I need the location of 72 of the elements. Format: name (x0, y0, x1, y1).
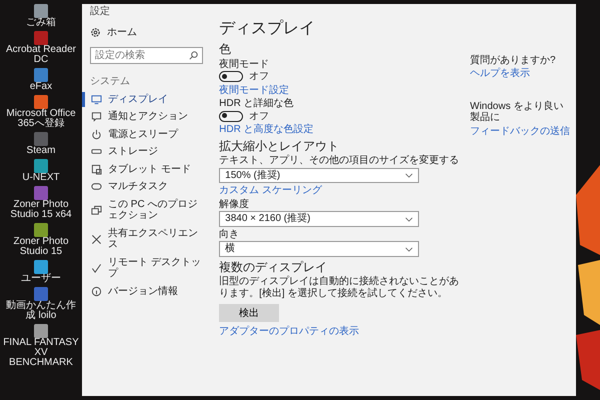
setting-label: 向き (219, 228, 240, 240)
app-icon[interactable] (34, 159, 48, 173)
power-icon (91, 128, 102, 140)
info-icon (91, 286, 102, 297)
gear-icon (90, 26, 101, 38)
desktop-icon-label[interactable]: FINAL FANTASY XV BENCHMARK (2, 338, 80, 368)
setting-label: テキスト、アプリ、その他の項目のサイズを変更する (219, 155, 460, 167)
app-icon[interactable] (34, 132, 48, 146)
sidebar-item[interactable]: この PC へのプロジェクション (82, 196, 212, 224)
section-heading: 色 (219, 42, 232, 57)
desktop-icon-label[interactable]: Zoner Photo Studio 15 x64 (2, 200, 80, 220)
settings-link[interactable]: HDR と高度な色設定 (219, 124, 314, 136)
home-link[interactable]: ホーム (82, 24, 145, 41)
toggle-state: オフ (249, 110, 270, 122)
tablet-icon (91, 164, 102, 175)
help-link[interactable]: ヘルプを表示 (470, 68, 530, 80)
desktop-icon-label[interactable]: ごみ箱 (26, 18, 56, 28)
sidebar-item[interactable]: 通知とアクション (82, 109, 212, 124)
section-label: システム (89, 75, 131, 89)
monitor-icon (91, 94, 102, 105)
dropdown[interactable]: 3840 × 2160 (推奨) (219, 211, 420, 227)
dropdown[interactable]: 150% (推奨) (219, 168, 420, 184)
feedback-prompt: Windows をより良い製品に (470, 100, 564, 124)
detect-button[interactable]: 検出 (219, 304, 280, 322)
sidebar-item[interactable]: 共有エクスペリエンス (82, 226, 212, 252)
desktop-icon-label[interactable]: Acrobat Reader DC (2, 45, 80, 65)
desktop-icon-label[interactable]: U-NEXT (22, 173, 60, 183)
desktop-icon-label[interactable]: 動画かんたん作成 loilo (2, 301, 80, 321)
window-title: 設定 (89, 4, 111, 19)
app-icon[interactable] (34, 260, 48, 274)
app-icon[interactable] (34, 324, 48, 338)
help-question: 質問がありますか? (470, 54, 556, 66)
feedback-link[interactable]: フィードバックの送信 (470, 126, 570, 137)
section-heading: 複数のディスプレイ (219, 260, 328, 275)
toggle-switch[interactable] (219, 71, 244, 82)
sidebar-item[interactable]: マルチタスク (82, 179, 212, 194)
settings-link[interactable]: 夜間モード設定 (219, 84, 290, 96)
settings-link[interactable]: カスタム スケーリング (219, 185, 322, 197)
settings-link[interactable]: アダプターのプロパティの表示 (219, 326, 360, 338)
sidebar-item[interactable]: リモート デスクトップ (82, 254, 212, 282)
setting-label: 夜間モード (219, 58, 270, 70)
setting-label: HDR と詳細な色 (219, 98, 294, 110)
app-icon[interactable] (34, 31, 48, 45)
search-field[interactable]: 設定の検索 (90, 47, 204, 64)
message-icon (91, 111, 102, 122)
app-icon[interactable] (34, 186, 48, 200)
cross-arrows-icon (91, 234, 102, 244)
section-heading: 拡大縮小とレイアウト (219, 140, 340, 154)
search-icon (188, 50, 200, 61)
sidebar-item[interactable]: タブレット モード (82, 162, 212, 177)
desktop-icon-label[interactable]: Zoner Photo Studio 15 (2, 237, 80, 257)
setting-label: 解像度 (219, 198, 250, 210)
page-title: ディスプレイ (219, 20, 316, 38)
app-icon[interactable] (34, 95, 48, 109)
dropdown[interactable]: 横 (219, 241, 420, 257)
desktop-icon-label[interactable]: Steam (26, 146, 56, 156)
app-icon[interactable] (34, 287, 48, 301)
sidebar-item[interactable]: バージョン情報 (82, 284, 212, 299)
app-icon[interactable] (34, 4, 48, 18)
app-icon[interactable] (34, 68, 48, 82)
toggle-state: オフ (249, 71, 270, 83)
projector-icon (91, 204, 102, 216)
sidebar-item[interactable]: ストレージ (82, 144, 212, 160)
desktop-icon-label[interactable]: eFax (30, 82, 52, 92)
sidebar-item[interactable]: ディスプレイ (82, 92, 212, 107)
app-icon[interactable] (34, 223, 48, 237)
description-text: 旧型のディスプレイは自動的に接続されないことがあります。[検出] を選択して接続を試してください。 (219, 276, 460, 301)
sidebar-item[interactable]: 電源とスリープ (82, 126, 212, 142)
toggle-switch[interactable] (219, 110, 244, 122)
desktop-icon-label[interactable]: ユーザー (21, 274, 61, 284)
desktop-icon-label[interactable]: Microsoft Office 365へ登録 (2, 109, 80, 129)
multitask-icon (91, 181, 102, 192)
